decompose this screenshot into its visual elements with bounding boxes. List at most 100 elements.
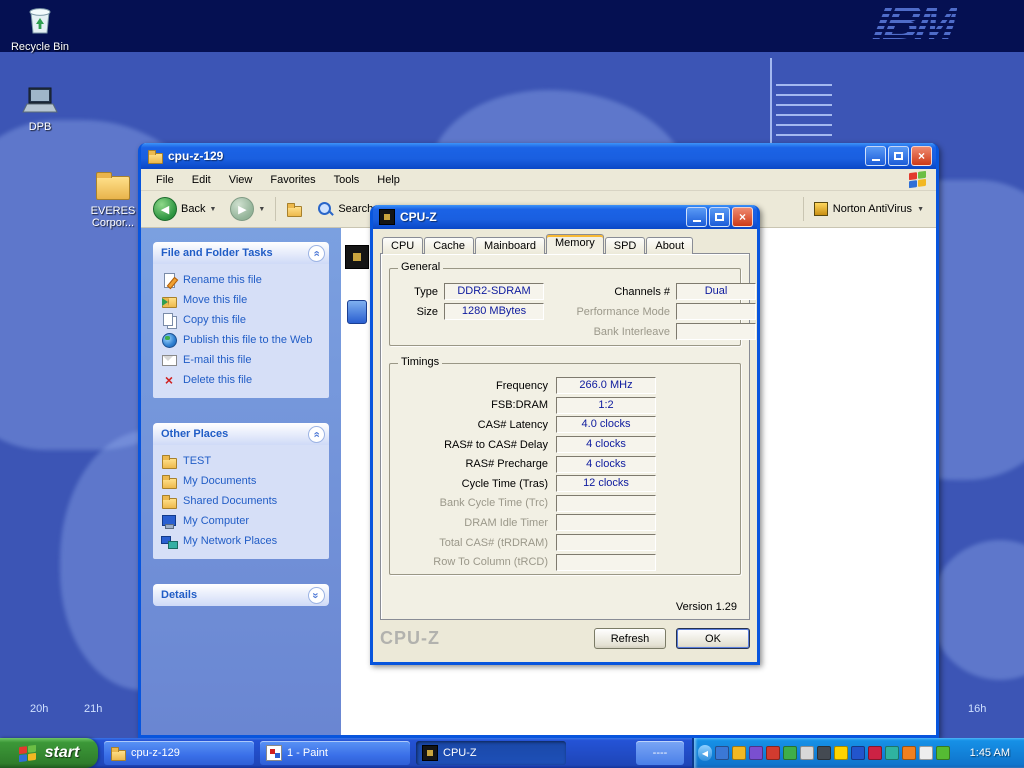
cpu-z-file-icon[interactable] bbox=[345, 245, 369, 269]
start-button[interactable]: start bbox=[0, 738, 98, 768]
forward-dropdown-icon[interactable]: ▼ bbox=[258, 206, 265, 213]
menu-tools[interactable]: Tools bbox=[325, 171, 369, 189]
up-button[interactable] bbox=[282, 199, 306, 219]
tray-icon-12[interactable] bbox=[902, 746, 916, 760]
chip-icon bbox=[422, 745, 438, 761]
timing-row: FSB:DRAM 1:2 bbox=[396, 396, 734, 416]
memory-tab-page: General Type DDR2-SDRAM Channels # Dual … bbox=[380, 253, 750, 620]
taskbar-button-cpuz[interactable]: CPU-Z bbox=[416, 741, 566, 765]
place-test[interactable]: TEST bbox=[161, 451, 325, 471]
search-icon bbox=[316, 200, 334, 218]
bank-cycle-time-field bbox=[556, 495, 656, 512]
timing-row: Frequency 266.0 MHz bbox=[396, 376, 734, 396]
bank-interleave-label: Bank Interleave bbox=[550, 326, 670, 338]
place-my-network[interactable]: My Network Places bbox=[161, 531, 325, 551]
tab-mainboard[interactable]: Mainboard bbox=[475, 237, 545, 254]
tray-icon-14[interactable] bbox=[936, 746, 950, 760]
chevron-up-icon[interactable]: « bbox=[308, 426, 325, 443]
tray-icon-1[interactable] bbox=[715, 746, 729, 760]
other-places-section: Other Places « TEST My Documents bbox=[153, 423, 329, 559]
tab-memory[interactable]: Memory bbox=[546, 234, 604, 254]
forward-button[interactable]: ▶ ▼ bbox=[226, 195, 269, 223]
chevron-down-icon[interactable]: « bbox=[308, 587, 325, 604]
tray-icon-4[interactable] bbox=[766, 746, 780, 760]
menu-edit[interactable]: Edit bbox=[183, 171, 220, 189]
back-button[interactable]: ◀ Back ▼ bbox=[149, 195, 220, 223]
dialog-title: CPU-Z bbox=[400, 210, 686, 224]
tab-about[interactable]: About bbox=[646, 237, 693, 254]
hide-icons-chevron[interactable]: ◀ bbox=[698, 745, 712, 761]
close-button[interactable]: × bbox=[911, 146, 932, 166]
place-shared-documents[interactable]: Shared Documents bbox=[161, 491, 325, 511]
ok-button[interactable]: OK bbox=[676, 628, 750, 649]
ibm-logo: IBM bbox=[869, 0, 960, 51]
section-header-file-folder-tasks[interactable]: File and Folder Tasks « bbox=[153, 242, 329, 264]
maximize-button[interactable] bbox=[709, 207, 730, 227]
place-my-documents[interactable]: My Documents bbox=[161, 471, 325, 491]
frequency-field: 266.0 MHz bbox=[556, 377, 656, 394]
tab-spd[interactable]: SPD bbox=[605, 237, 646, 254]
network-icon bbox=[161, 533, 177, 549]
tray-icon-5[interactable] bbox=[783, 746, 797, 760]
row-to-column-field bbox=[556, 554, 656, 571]
taskbar-button-paint[interactable]: 1 - Paint bbox=[260, 741, 410, 765]
file-icon[interactable] bbox=[347, 300, 367, 324]
section-header-details[interactable]: Details « bbox=[153, 584, 329, 606]
menu-favorites[interactable]: Favorites bbox=[261, 171, 324, 189]
tray-icon-6[interactable] bbox=[800, 746, 814, 760]
minimize-button[interactable] bbox=[686, 207, 707, 227]
maximize-button[interactable] bbox=[888, 146, 909, 166]
tray-icon-8[interactable] bbox=[834, 746, 848, 760]
channels-field: Dual bbox=[676, 283, 756, 300]
task-move-file[interactable]: Move this file bbox=[161, 290, 325, 310]
paint-icon bbox=[266, 745, 282, 761]
tray-icon-13[interactable] bbox=[919, 746, 933, 760]
menu-bar: File Edit View Favorites Tools Help bbox=[141, 169, 936, 191]
place-my-computer[interactable]: My Computer bbox=[161, 511, 325, 531]
back-dropdown-icon[interactable]: ▼ bbox=[209, 206, 216, 213]
taskbar-button-handle[interactable]: ---- bbox=[636, 741, 684, 765]
taskbar-button-explorer[interactable]: cpu-z-129 bbox=[104, 741, 254, 765]
timezone-label: 20h bbox=[30, 703, 48, 715]
rename-icon bbox=[161, 272, 177, 288]
tray-icon-11[interactable] bbox=[885, 746, 899, 760]
task-email-file[interactable]: E-mail this file bbox=[161, 350, 325, 370]
timing-row: CAS# Latency 4.0 clocks bbox=[396, 415, 734, 435]
taskbar-clock[interactable]: 1:45 AM bbox=[970, 747, 1016, 759]
cpuz-titlebar[interactable]: CPU-Z × bbox=[373, 205, 757, 229]
task-pane: File and Folder Tasks « Rename this file… bbox=[141, 228, 341, 735]
refresh-button[interactable]: Refresh bbox=[594, 628, 666, 649]
tray-icon-9[interactable] bbox=[851, 746, 865, 760]
task-rename-file[interactable]: Rename this file bbox=[161, 270, 325, 290]
task-delete-file[interactable]: × Delete this file bbox=[161, 370, 325, 390]
timing-row: Row To Column (tRCD) bbox=[396, 552, 734, 572]
menu-file[interactable]: File bbox=[147, 171, 183, 189]
menu-help[interactable]: Help bbox=[368, 171, 409, 189]
tray-icon-2[interactable] bbox=[732, 746, 746, 760]
minimize-button[interactable] bbox=[865, 146, 886, 166]
timing-row: RAS# Precharge 4 clocks bbox=[396, 454, 734, 474]
forward-arrow-icon: ▶ bbox=[230, 197, 254, 221]
section-header-other-places[interactable]: Other Places « bbox=[153, 423, 329, 445]
timing-row: Total CAS# (tRDRAM) bbox=[396, 533, 734, 553]
search-button[interactable]: Search bbox=[312, 198, 377, 220]
chevron-up-icon[interactable]: « bbox=[308, 245, 325, 262]
task-publish-file[interactable]: Publish this file to the Web bbox=[161, 330, 325, 350]
tab-cache[interactable]: Cache bbox=[424, 237, 474, 254]
tray-icon-7[interactable] bbox=[817, 746, 831, 760]
explorer-titlebar[interactable]: cpu-z-129 × bbox=[141, 143, 936, 169]
desktop-icon-recycle-bin[interactable]: Recycle Bin bbox=[2, 2, 78, 53]
type-field: DDR2-SDRAM bbox=[444, 283, 544, 300]
window-title: cpu-z-129 bbox=[168, 149, 865, 163]
tray-icon-3[interactable] bbox=[749, 746, 763, 760]
norton-dropdown-icon[interactable]: ▼ bbox=[917, 206, 924, 213]
desktop-icon-dpb[interactable]: DPB bbox=[2, 86, 78, 133]
folder-icon bbox=[161, 493, 177, 509]
menu-view[interactable]: View bbox=[220, 171, 262, 189]
tray-icon-10[interactable] bbox=[868, 746, 882, 760]
norton-antivirus-button[interactable]: Norton AntiVirus ▼ bbox=[810, 200, 928, 218]
task-copy-file[interactable]: Copy this file bbox=[161, 310, 325, 330]
tab-cpu[interactable]: CPU bbox=[382, 237, 423, 254]
performance-mode-field bbox=[676, 303, 756, 320]
close-button[interactable]: × bbox=[732, 207, 753, 227]
